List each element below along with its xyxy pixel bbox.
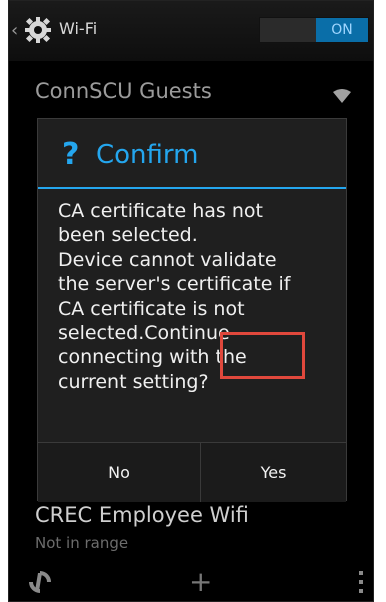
action-bar: ‹ Wi-Fi ON — [9, 1, 373, 61]
back-chevron-icon[interactable]: ‹ — [11, 20, 18, 41]
gear-icon[interactable] — [23, 15, 53, 45]
network-name: CREC Employee Wifi — [35, 503, 249, 527]
dialog-header: ? Confirm — [38, 119, 346, 187]
phone-screen: ‹ Wi-Fi ON ConnSCU Guests CREC Employee … — [8, 0, 374, 602]
wifi-toggle[interactable]: ON — [259, 17, 369, 43]
add-network-icon[interactable]: + — [189, 568, 212, 596]
bottom-bar: + — [9, 561, 373, 601]
no-button[interactable]: No — [38, 443, 201, 502]
network-row-crec[interactable]: CREC Employee Wifi Not in range — [9, 501, 373, 561]
page-title: Wi-Fi — [59, 19, 98, 38]
dialog-title: Confirm — [96, 140, 199, 170]
toggle-on-label: ON — [316, 18, 368, 42]
dialog-divider — [38, 187, 346, 189]
overflow-menu-icon[interactable] — [359, 571, 363, 593]
wps-scan-icon[interactable] — [27, 569, 53, 595]
dialog-button-bar: No Yes — [38, 442, 346, 502]
network-status: Not in range — [35, 534, 129, 552]
confirm-dialog: ? Confirm CA certificate has not been se… — [37, 118, 347, 502]
yes-button-label: Yes — [260, 463, 287, 482]
question-icon: ? — [62, 137, 80, 172]
yes-button[interactable]: Yes — [201, 443, 346, 502]
yes-highlight-box — [220, 332, 305, 379]
no-button-label: No — [108, 463, 130, 482]
